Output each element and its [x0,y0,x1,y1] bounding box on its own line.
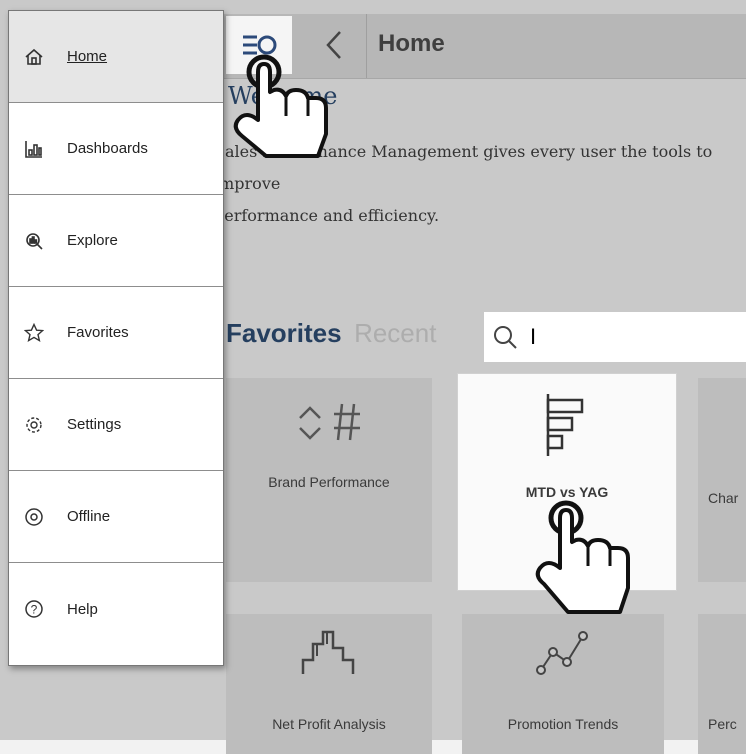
gear-icon [23,414,45,436]
tile-char[interactable]: Char [698,378,746,582]
line-trend-icon [536,631,588,675]
tab-favorites[interactable]: Favorites [226,318,342,348]
tile-label: Net Profit Analysis [272,716,386,732]
tap-hand-icon [535,500,630,614]
sidebar-item-label: Home [67,48,108,65]
tile-label: Perc [708,716,737,732]
sidebar-item-home[interactable]: Home [9,11,223,103]
horizontal-bar-chart-icon [546,394,584,456]
offline-icon [23,506,45,528]
tile-perc[interactable]: Perc [698,614,746,754]
step-chart-icon [301,630,355,674]
tab-recent[interactable]: Recent [354,318,436,348]
tile-net-profit-analysis[interactable]: Net Profit Analysis [226,614,432,754]
search-input[interactable] [528,323,732,351]
page-title: Home [378,30,445,57]
topbar-divider [366,14,367,78]
help-icon: ? [23,598,45,620]
sort-hash-icon [299,403,360,441]
home-icon [23,46,45,68]
svg-text:?: ? [31,603,38,617]
tile-promotion-trends[interactable]: Promotion Trends [462,614,664,754]
favorites-tabs: Favorites Recent [226,318,436,349]
sidebar-item-label: Offline [67,508,111,525]
sidebar-item-label: Explore [67,232,118,249]
tile-label: Promotion Trends [507,716,619,732]
sidebar-item-settings[interactable]: Settings [9,379,223,471]
sidebar-item-label: Dashboards [67,140,148,157]
tile-brand-performance[interactable]: Brand Performance [226,378,432,582]
tap-hand-icon [233,54,328,158]
explore-icon [23,230,45,252]
sidebar-item-favorites[interactable]: Favorites [9,287,223,379]
sidebar-item-label: Help [67,600,98,618]
sidebar-item-offline[interactable]: Offline [9,471,223,563]
sidebar-item-explore[interactable]: Explore [9,195,223,287]
search-box[interactable] [484,312,746,362]
sidebar-item-label: Settings [67,416,122,433]
sidebar-item-dashboards[interactable]: Dashboards [9,103,223,195]
star-icon [23,322,45,344]
dashboard-chart-icon [23,138,45,160]
search-icon [494,326,517,349]
side-drawer: Home Dashboards Explore Favorites Settin… [8,10,224,666]
tile-label: Char [708,490,739,506]
sidebar-item-label: Favorites [67,324,129,341]
sidebar-item-help[interactable]: ? Help [9,563,223,655]
tile-label: Brand Performance [268,474,390,490]
